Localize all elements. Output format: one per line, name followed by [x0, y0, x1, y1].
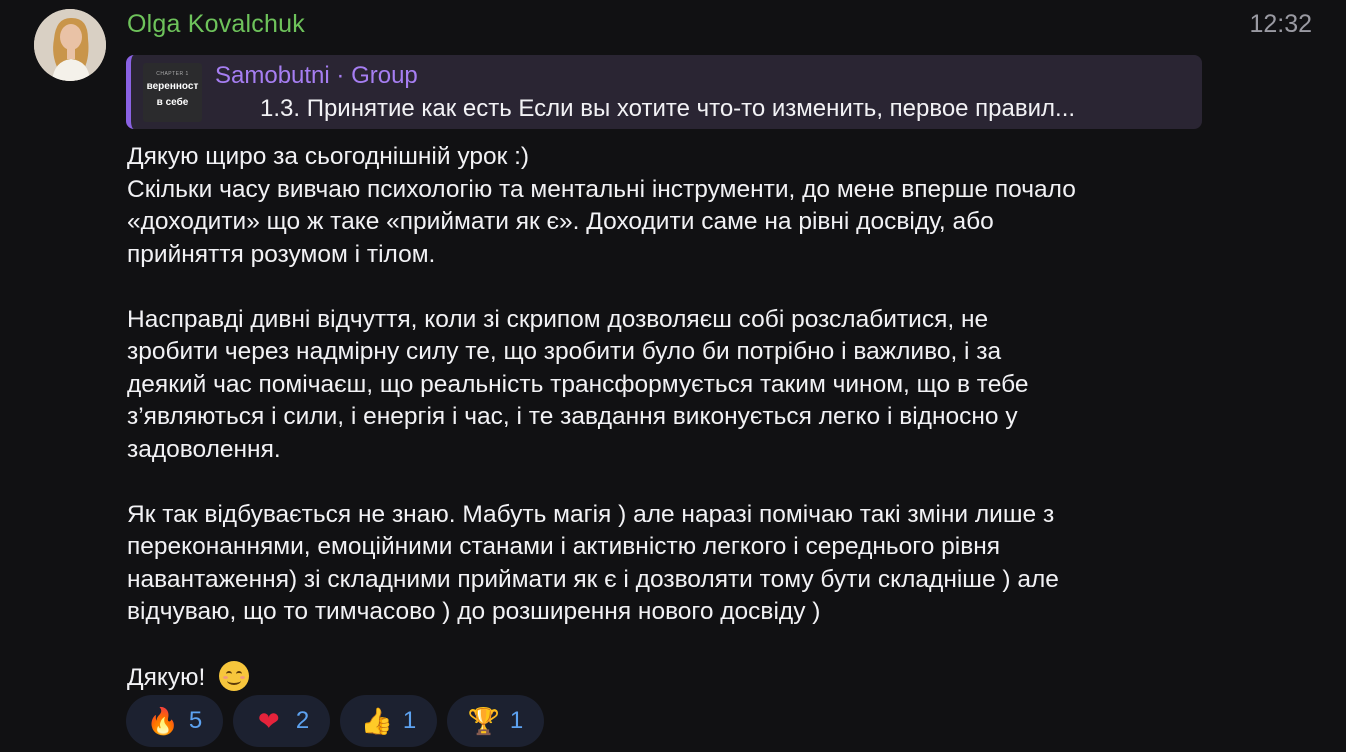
avatar[interactable] [34, 9, 106, 81]
trophy-icon: 🏆 [467, 706, 501, 736]
reply-thumbnail: CHAPTER 1 веренност в себе [143, 63, 202, 122]
reactions-bar: 🔥 5 ❤ 2 👍 1 🏆 1 [126, 695, 544, 747]
message-line: відчуваю, що то тимчасово ) до розширенн… [127, 598, 821, 625]
message-line: Дякую щиро за сьогоднішній урок :) [127, 143, 530, 170]
message-line: «доходити» що ж таке «приймати як є». До… [127, 208, 994, 235]
message-line: задоволення. [127, 435, 281, 463]
message-text: Дякую щиро за сьогоднішній урок :) Скіль… [127, 141, 1227, 695]
message-line: деякий час помічаєш, що реальність транс… [127, 370, 1029, 398]
reply-source-title: Samobutni · Group [215, 62, 418, 89]
fire-icon: 🔥 [146, 706, 180, 736]
reaction-count: 2 [295, 707, 310, 734]
message-line: прийняття розумом і тілом. [127, 240, 436, 268]
message-line: Насправді дивні відчуття, коли зі скрипо… [127, 305, 989, 333]
thumbs-up-icon: 👍 [360, 706, 394, 736]
thumbnail-caption: CHAPTER 1 [156, 71, 189, 77]
message-line: Скільки часу вивчаю психологію та ментал… [127, 175, 1076, 203]
message-line: переконаннями, емоційними станами і акти… [127, 533, 1001, 560]
smiling-face-icon [219, 661, 250, 691]
message-line: навантаження) зі складними приймати як є… [127, 565, 1059, 593]
message-closing-line: Дякую! [127, 661, 1227, 695]
reaction-heart[interactable]: ❤ 2 [233, 695, 330, 747]
message-line: з’являються і сили, і енергія і час, і т… [127, 403, 1018, 430]
reaction-trophy[interactable]: 🏆 1 [447, 695, 544, 747]
message-line: Як так відбувається не знаю. Мабуть магі… [127, 500, 1055, 528]
reaction-count: 1 [509, 707, 524, 734]
thumbnail-title-line-1: веренност [146, 81, 199, 92]
thumbnail-title-line-2: в себе [156, 97, 189, 108]
sender-name[interactable]: Olga Kovalchuk [127, 10, 305, 39]
heart-icon: ❤ [257, 706, 280, 736]
reply-quoted-text: 1.3. Принятие как есть Если вы хотите чт… [260, 95, 1076, 122]
reaction-count: 1 [402, 707, 417, 734]
closing-text: Дякую! [127, 664, 206, 691]
reply-preview[interactable]: CHAPTER 1 веренност в себе Samobutni · G… [126, 55, 1202, 129]
message-time: 12:32 [1249, 10, 1312, 38]
reaction-thumbs-up[interactable]: 👍 1 [340, 695, 437, 747]
message-line: зробити через надмірну силу те, що зроби… [127, 338, 1002, 365]
reaction-fire[interactable]: 🔥 5 [126, 695, 223, 747]
reaction-count: 5 [188, 707, 203, 734]
